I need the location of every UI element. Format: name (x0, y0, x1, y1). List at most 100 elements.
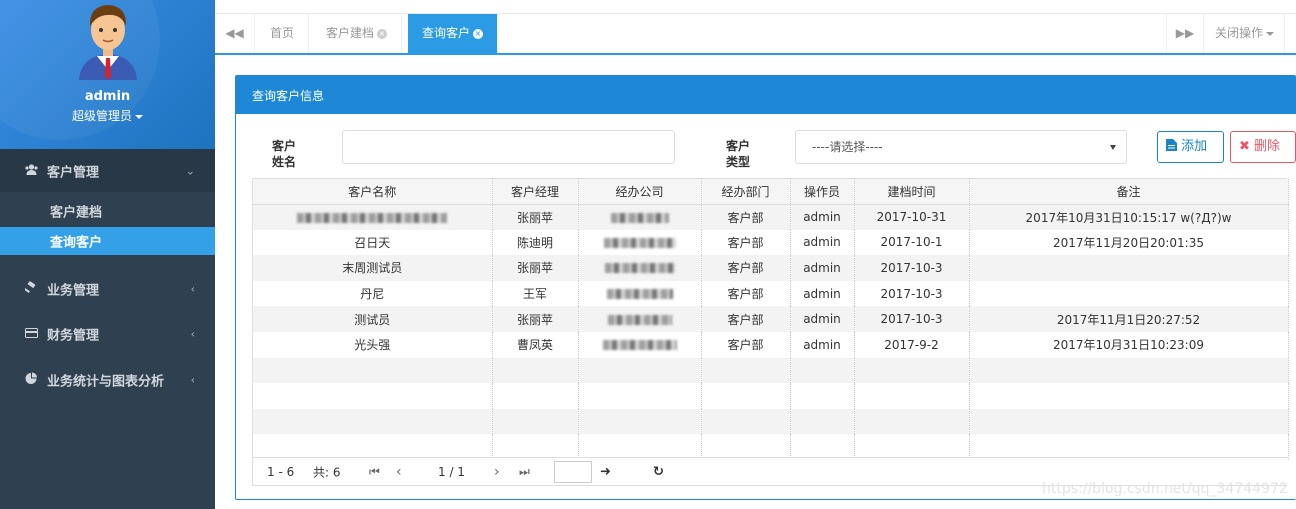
column-header[interactable]: 备注 (969, 179, 1289, 205)
table-cell (578, 306, 702, 332)
delete-button[interactable]: ✖ 删除 (1230, 131, 1296, 163)
select-value: ----请选择---- (812, 140, 883, 154)
label-line: 客户 (272, 139, 297, 153)
table-row[interactable]: 张丽苹 客户部 admin 2017-10-31 2017年10月31日10:1… (253, 204, 1289, 230)
redacted-company (603, 237, 676, 248)
credit-card-icon (24, 327, 38, 341)
sidebar-item-statistics[interactable]: 业务统计与图表分析 ‹ (0, 360, 215, 400)
table-cell: admin (790, 204, 855, 230)
sidebar-item-customer-archive[interactable]: 客户建档 (0, 198, 215, 224)
close-icon[interactable]: × (377, 28, 388, 39)
redacted-company (607, 314, 672, 325)
go-page-icon[interactable]: ➜ (600, 464, 611, 479)
sidebar-item-customer-query[interactable]: 查询客户 (0, 227, 215, 255)
tab-home[interactable]: 首页 (256, 14, 310, 53)
empty-row (253, 408, 1289, 435)
avatar[interactable] (75, 0, 141, 80)
profile-panel: admin 超级管理员 (0, 0, 215, 149)
column-header[interactable]: 建档时间 (854, 179, 970, 205)
tabs-scroll-right-button[interactable]: ▶▶ (1166, 14, 1204, 53)
label-line: 客户 (726, 139, 751, 153)
prev-page-icon[interactable]: ‹ (396, 464, 402, 480)
close-operations-dropdown[interactable]: 关闭操作 (1205, 14, 1285, 53)
add-button[interactable]: 添加 (1157, 131, 1224, 163)
table-cell: 客户部 (701, 331, 791, 358)
table-cell (578, 280, 702, 307)
sidebar-item-finance-management[interactable]: 财务管理 ‹ (0, 314, 215, 354)
table-row[interactable]: 召日天 陈迪明 客户部 admin 2017-10-1 2017年11月20日2… (253, 229, 1289, 256)
chevron-left-icon: ‹ (190, 373, 195, 387)
column-header[interactable]: 经办部门 (701, 179, 791, 205)
customer-name-input[interactable] (342, 130, 675, 164)
watermark: https://blog.csdn.net/qq_34744972 (1042, 481, 1288, 497)
sidebar-subitem-label: 客户建档 (50, 205, 103, 221)
empty-row (253, 357, 1289, 384)
table-cell: 客户部 (701, 306, 791, 332)
add-button-label: 添加 (1181, 139, 1208, 154)
column-header[interactable]: 客户经理 (492, 179, 579, 205)
redacted-company (606, 289, 673, 300)
column-header[interactable]: 客户名称 (253, 179, 493, 205)
customer-name-label: 客户 姓名 (272, 138, 296, 170)
table-cell: 2017-10-3 (854, 280, 970, 307)
table-row[interactable]: 光头强 曹凤英 客户部 admin 2017-9-2 2017年10月31日10… (253, 331, 1289, 358)
empty-row (253, 383, 1289, 409)
tab-label: 首页 (270, 26, 295, 40)
table-row[interactable]: 测试员 张丽苹 客户部 admin 2017-10-3 2017年11月1日20… (253, 306, 1289, 332)
tab-customer-archive[interactable]: 客户建档 × (312, 14, 403, 53)
table-cell: 陈迪明 (492, 229, 579, 256)
caret-down-icon (135, 114, 143, 119)
profile-name: admin (84, 89, 131, 104)
first-page-icon[interactable]: ⏮ (369, 464, 380, 479)
profile-role-label: 超级管理员 (71, 109, 132, 123)
close-icon[interactable]: × (473, 28, 484, 39)
sidebar-item-business-management[interactable]: 业务管理 ‹ (0, 269, 215, 309)
gavel-icon (23, 280, 38, 297)
table-cell: 2017-10-1 (854, 229, 970, 256)
sidebar: admin 超级管理员 客户管理 ⌄ 客户建档 查询客户 业务管理 ‹ 财务管理… (0, 0, 215, 509)
table-cell: 客户部 (701, 255, 791, 281)
sidebar-group-label: 业务统计与图表分析 (47, 374, 165, 390)
table-cell: 张丽苹 (492, 204, 579, 230)
tab-label: 查询客户 (422, 26, 471, 40)
chevron-left-icon: ‹ (190, 282, 195, 296)
double-left-icon: ◀◀ (225, 26, 244, 40)
table-cell: 曹凤英 (492, 331, 579, 358)
table-cell (578, 331, 702, 358)
table-cell (253, 204, 493, 230)
tabs-scroll-left-button[interactable]: ◀◀ (215, 14, 255, 53)
table-row[interactable]: 丹尼 王军 客户部 admin 2017-10-3 (253, 280, 1289, 307)
caret-down-icon (1266, 31, 1274, 36)
column-header[interactable]: 操作员 (790, 179, 855, 205)
table-cell (969, 255, 1289, 281)
table-cell: admin (790, 229, 855, 256)
table-row[interactable]: 末周测试员 张丽苹 客户部 admin 2017-10-3 (253, 255, 1289, 281)
refresh-icon[interactable]: ↻ (653, 464, 664, 479)
redacted-company (610, 212, 669, 223)
tab-customer-query[interactable]: 查询客户 × (408, 14, 499, 53)
table-cell: 2017-10-3 (854, 306, 970, 332)
caret-down-icon (1110, 145, 1116, 150)
page-number-input[interactable] (554, 461, 592, 483)
pie-chart-icon (24, 372, 38, 388)
pager-range: 1 - 6 (267, 464, 295, 479)
table-cell (969, 280, 1289, 307)
table-cell: 客户部 (701, 229, 791, 256)
next-page-icon[interactable]: › (494, 464, 500, 480)
customer-type-select[interactable]: ----请选择---- (795, 130, 1127, 164)
table-cell: admin (790, 306, 855, 332)
last-page-icon[interactable]: ⏭ (519, 464, 530, 479)
table-cell: 召日天 (253, 229, 493, 256)
table-cell: 2017-10-3 (854, 255, 970, 281)
pager-page: 1 / 1 (438, 464, 465, 479)
table-cell: 光头强 (253, 331, 493, 358)
column-header[interactable]: 经办公司 (578, 179, 702, 205)
table-cell: 张丽苹 (492, 306, 579, 332)
double-right-icon: ▶▶ (1175, 26, 1195, 40)
customer-table: 客户名称 客户经理 经办公司 经办部门 操作员 建档时间 备注 张丽苹 客户部 … (252, 178, 1289, 486)
table-cell (578, 229, 702, 256)
sidebar-item-customer-management[interactable]: 客户管理 ⌄ (0, 149, 215, 192)
profile-role-dropdown[interactable]: 超级管理员 (0, 107, 215, 124)
table-cell (578, 204, 702, 230)
panel-title: 查询客户信息 (236, 76, 1296, 114)
